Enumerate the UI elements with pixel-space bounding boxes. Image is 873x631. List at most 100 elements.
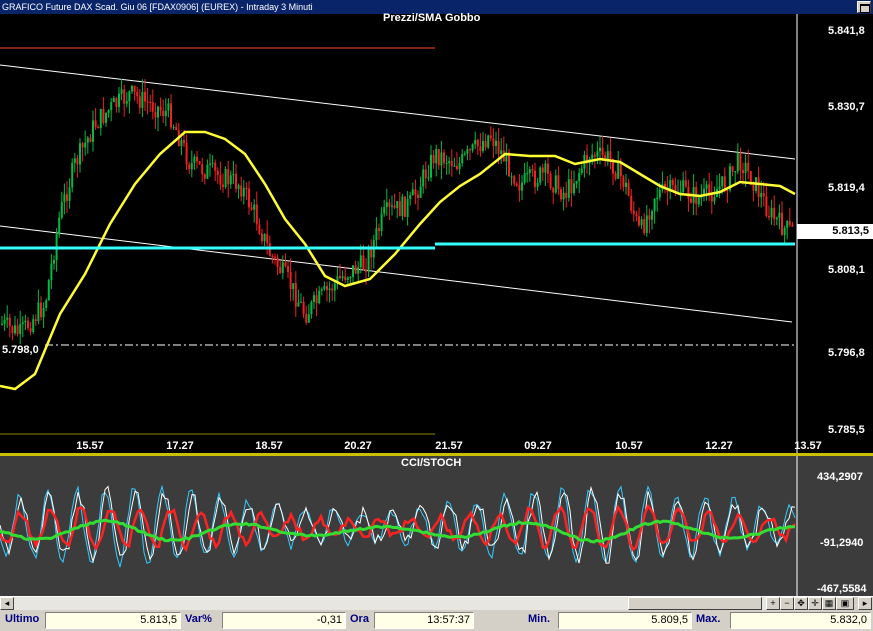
candle-body <box>547 163 549 174</box>
candle-body <box>495 140 497 147</box>
candle-body <box>60 202 63 218</box>
candle-body <box>437 148 440 166</box>
candle-body <box>305 314 308 323</box>
price-chart-panel[interactable]: Prezzi/SMA Gobbo 5.841,8 5.830,7 5.819,4… <box>0 12 873 454</box>
zoom-in-icon[interactable]: + <box>766 597 780 610</box>
candle-body <box>721 176 724 187</box>
candle-body <box>3 319 6 324</box>
candle-body <box>266 233 269 244</box>
maximize-button[interactable] <box>857 1 871 13</box>
candle-body <box>718 186 721 190</box>
candle-body <box>307 314 310 323</box>
zoom-out-icon[interactable]: − <box>780 597 794 610</box>
price-axis-tick: 5.808,1 <box>828 264 865 276</box>
candle-body <box>367 249 370 272</box>
time-axis-label: 10.57 <box>615 440 643 452</box>
candle-body <box>271 255 274 257</box>
candle-body <box>500 150 503 154</box>
candle-body <box>765 196 768 217</box>
candle-body <box>258 224 261 234</box>
candle-body <box>461 154 464 164</box>
candle-body <box>219 174 222 185</box>
candle-body <box>690 198 692 203</box>
candle-body <box>770 207 773 218</box>
candle-body <box>253 204 256 210</box>
candle-body <box>409 195 412 199</box>
candle-body <box>578 173 581 182</box>
indicator-chart-panel[interactable]: CCI/STOCH 434,2907 -91,2940 -467,5584 <box>0 456 873 596</box>
candle-body <box>391 205 393 207</box>
candle-body <box>539 167 542 183</box>
candle-body <box>66 194 68 201</box>
candle-body <box>401 196 404 217</box>
candle-body <box>81 143 84 148</box>
scroll-left-icon[interactable]: ◂ <box>0 597 14 610</box>
candle-body <box>406 198 409 217</box>
candle-body <box>651 211 653 220</box>
candle-body <box>591 154 594 159</box>
move-icon[interactable]: ✥ <box>794 597 808 610</box>
candle-body <box>110 102 113 111</box>
candle-body <box>383 206 386 214</box>
grid-icon[interactable]: ▦ <box>822 597 836 610</box>
candle-body <box>484 141 487 148</box>
indicator-chart-title: CCI/STOCH <box>401 457 462 469</box>
candle-body <box>534 170 536 187</box>
candle-body <box>476 139 479 147</box>
candle-body <box>752 184 755 191</box>
price-axis-tick: 5.841,8 <box>828 25 865 37</box>
candle-body <box>593 154 596 157</box>
candle-body <box>474 139 477 145</box>
candle-body <box>175 126 178 131</box>
candle-body <box>76 158 79 165</box>
candle-body <box>697 197 700 205</box>
candle-body <box>279 266 282 273</box>
candle-body <box>53 260 55 264</box>
scroll-thumb[interactable] <box>628 597 762 610</box>
candle-body <box>375 228 378 241</box>
candle-body <box>313 295 315 302</box>
candle-body <box>513 176 516 184</box>
price-axis-tick: 5.785,5 <box>828 424 865 436</box>
candle-body <box>747 162 750 172</box>
price-chart <box>0 14 798 454</box>
ultimo-label: Ultimo <box>5 613 40 625</box>
chart-scrollbar[interactable]: ◂ + − ✥ ✛ ▦ ▣ ▸ <box>0 596 873 610</box>
candle-body <box>344 276 347 281</box>
scroll-right-icon[interactable]: ▸ <box>858 597 872 610</box>
candle-body <box>224 169 227 188</box>
candle-body <box>47 280 50 301</box>
chart-icon[interactable]: ▣ <box>836 597 854 610</box>
candle-body <box>71 162 74 188</box>
candle-body <box>762 193 765 197</box>
candle-body <box>248 188 250 208</box>
candle-body <box>643 219 646 233</box>
candle-body <box>526 173 529 175</box>
candle-body <box>783 227 786 235</box>
candle-body <box>648 215 651 220</box>
candle-body <box>58 217 61 235</box>
candle-body <box>32 319 35 332</box>
candle-body <box>791 224 794 227</box>
candle-body <box>302 301 305 315</box>
candle-body <box>73 158 76 163</box>
candle-body <box>86 137 89 143</box>
candle-body <box>580 168 583 174</box>
candle-body <box>573 183 575 194</box>
sma-line <box>0 130 796 391</box>
candle-body <box>149 101 152 103</box>
candle-body <box>427 177 430 179</box>
candle-body <box>84 142 87 148</box>
candle-body <box>497 140 500 154</box>
candle-body <box>510 176 513 178</box>
magnify-icon[interactable]: ✛ <box>808 597 822 610</box>
time-axis-label: 20.27 <box>344 440 372 452</box>
candle-body <box>359 255 362 268</box>
candle-body <box>357 267 360 274</box>
candle-body <box>742 170 744 173</box>
candle-body <box>739 152 742 171</box>
candle-body <box>294 283 297 307</box>
candle-body <box>487 135 490 148</box>
price-chart-title: Prezzi/SMA Gobbo <box>383 12 481 24</box>
price-axis-tick: 5.830,7 <box>828 101 865 113</box>
